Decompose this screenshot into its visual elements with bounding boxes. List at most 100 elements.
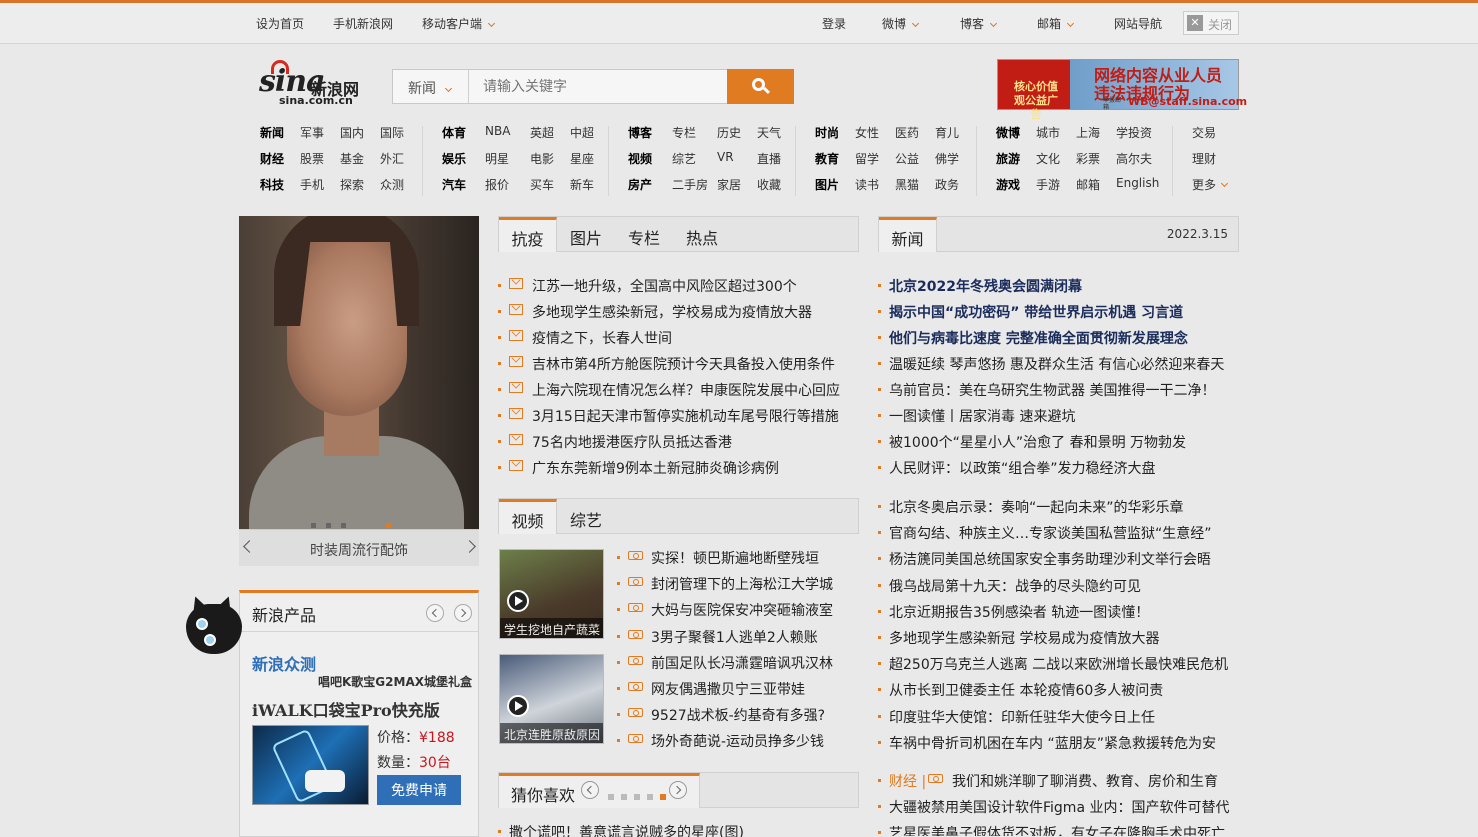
guess-dot[interactable] [634,794,640,800]
apply-button[interactable]: 免费申请 [377,775,461,805]
nav-link[interactable]: 公益 [895,150,919,167]
list-item[interactable]: 实探！顿巴斯遍地断壁残垣 [617,548,859,568]
list-item[interactable]: 他们与病毒比速度 完整准确全面贯彻新发展理念 [878,328,1239,348]
nav-link[interactable]: 手游 [1036,176,1060,193]
zhongce-link[interactable]: 新浪众测 [252,651,316,675]
list-item[interactable]: 网友偶遇撒贝宁三亚带娃 [617,679,859,699]
nav-link[interactable]: 城市 [1036,124,1060,141]
list-item[interactable]: 大妈与医院保安冲突砸输液室 [617,600,859,620]
nav-link[interactable]: 读书 [855,176,879,193]
nav-channel-2-2[interactable]: 房产 [628,176,652,193]
list-item[interactable]: 印度驻华大使馆：印新任驻华大使今日上任 [878,707,1239,727]
video-thumb[interactable]: 学生挖地自产蔬菜 [499,549,604,639]
nav-channel-3-2[interactable]: 图片 [815,176,839,193]
nav-link[interactable]: 直播 [757,150,781,167]
nav-link[interactable]: 文化 [1036,150,1060,167]
list-item[interactable]: 3男子聚餐1人逃单2人赖账 [617,627,859,647]
nav-link[interactable]: VR [717,150,734,164]
video-thumb[interactable]: 北京连胜原敌原因 [499,654,604,744]
guess-prev-button[interactable] [581,781,599,799]
slide-caption[interactable]: 时装周流行配饰 [239,540,479,560]
nav-link[interactable]: 外汇 [380,150,404,167]
list-item[interactable]: 杨洁篪同美国总统国家安全事务助理沙利文举行会晤 [878,549,1239,569]
list-item[interactable]: 9527战术板-约基奇有多强? [617,705,859,725]
list-item[interactable]: 疫情之下，长春人世间 [498,328,859,348]
list-item-finance[interactable]: 财经 | 我们和姚洋聊了聊消费、教育、房价和生育 [878,771,1239,791]
nav-channel-3-1[interactable]: 教育 [815,150,839,167]
slide-dot-active[interactable] [386,523,391,528]
nav-link[interactable]: 众测 [380,176,404,193]
blog-menu[interactable]: 博客 [960,15,998,32]
list-item[interactable]: 吉林市第4所方舱医院预计今天具备投入使用条件 [498,354,859,374]
nav-link[interactable]: 专栏 [672,124,696,141]
mail-menu[interactable]: 邮箱 [1037,15,1075,32]
public-service-ad[interactable]: 核心价值观公益广告 网络内容从业人员 违法违规行为 举报邮箱 WB@staff.… [997,59,1247,121]
list-item[interactable]: 温暖延续 琴声悠扬 惠及群众生活 有信心必然迎来春天 [878,354,1239,374]
search-category-select[interactable]: 新闻 [393,70,469,103]
zhongce-sub[interactable]: 唱吧K歌宝G2MAX城堡礼盒 [318,673,472,690]
nav-link[interactable]: 政务 [935,176,959,193]
weibo-menu[interactable]: 微博 [882,15,920,32]
nav-link[interactable]: 天气 [757,124,781,141]
nav-link[interactable]: 女性 [855,124,879,141]
nav-channel-4-2[interactable]: 游戏 [996,176,1020,193]
finance-tag[interactable]: 财经 | [889,771,926,791]
guess-dot-active[interactable] [660,794,666,800]
nav-link[interactable]: 报价 [485,176,509,193]
site-nav-link[interactable]: 网站导航 [1114,15,1162,32]
guess-dot[interactable] [621,794,627,800]
search-button[interactable] [727,69,794,104]
nav-link[interactable]: 探索 [340,176,364,193]
list-item[interactable]: 大疆被禁用美国设计软件Figma 业内：国产软件可替代 [878,797,1239,817]
nav-link[interactable]: 收藏 [757,176,781,193]
mobile-site-link[interactable]: 手机新浪网 [333,15,393,32]
list-item[interactable]: 北京2022年冬残奥会圆满闭幕 [878,276,1239,296]
nav-link[interactable]: 股票 [300,150,324,167]
nav-link[interactable]: 国内 [340,124,364,141]
nav-link[interactable]: 电影 [530,150,554,167]
list-item[interactable]: 车祸中骨折司机困在车内 “蓝朋友”紧急救援转危为安 [878,733,1239,753]
guess-dots[interactable] [608,788,673,804]
mobile-client-menu[interactable]: 移动客户端 [422,15,496,32]
nav-link[interactable]: English [1116,176,1159,190]
cat-mascot[interactable] [178,593,242,658]
guess-next-button[interactable] [669,781,687,799]
nav-link[interactable]: 中超 [570,124,594,141]
tab-tabs1-1[interactable]: 图片 [557,217,615,252]
nav-link[interactable]: NBA [485,124,510,138]
tab-news[interactable]: 新闻 [879,217,937,252]
guess-dot[interactable] [647,794,653,800]
list-item[interactable]: 上海六院现在情况怎么样？申康医院发展中心回应 [498,380,859,400]
tab-tabs1-0[interactable]: 抗疫 [499,217,557,252]
nav-link[interactable]: 留学 [855,150,879,167]
nav-link[interactable]: 买车 [530,176,554,193]
product-image[interactable] [252,725,369,805]
nav-link[interactable]: 星座 [570,150,594,167]
nav-link[interactable]: 交易 [1192,124,1216,141]
list-item[interactable]: 超250万乌克兰人逃离 二战以来欧洲增长最快难民危机 [878,654,1239,674]
nav-channel-4-1[interactable]: 旅游 [996,150,1020,167]
nav-link[interactable]: 手机 [300,176,324,193]
nav-link[interactable]: 上海 [1076,124,1100,141]
sina-logo[interactable]: sina 新浪网 sina.com.cn [259,60,371,108]
nav-link[interactable]: 新车 [570,176,594,193]
list-item[interactable]: 艺星医美鼻子假体货不对板，有女子在隆胸手术中死亡 [878,823,1239,836]
nav-link[interactable]: 佛学 [935,150,959,167]
nav-link[interactable]: 高尔夫 [1116,150,1152,167]
products-prev-button[interactable] [426,604,444,622]
nav-link[interactable]: 黑猫 [895,176,919,193]
list-item[interactable]: 乌前官员：美在乌研究生物武器 美国推得一干二净！ [878,380,1239,400]
nav-channel-2-1[interactable]: 视频 [628,150,652,167]
login-link[interactable]: 登录 [822,15,846,32]
nav-link[interactable]: 英超 [530,124,554,141]
slide-dot[interactable] [341,523,346,528]
list-item[interactable]: 官商勾结、种族主义…专家谈美国私营监狱“生意经” [878,523,1239,543]
nav-link[interactable]: 育儿 [935,124,959,141]
list-item[interactable]: 江苏一地升级，全国高中风险区超过300个 [498,276,859,296]
tab-tabs1-3[interactable]: 热点 [673,217,731,252]
nav-link[interactable]: 家居 [717,176,741,193]
list-item[interactable]: 人民财评：以政策“组合拳”发力稳经济大盘 [878,458,1239,478]
nav-link[interactable]: 邮箱 [1076,176,1100,193]
nav-channel-1-1[interactable]: 娱乐 [442,150,466,167]
list-item[interactable]: 场外奇葩说-运动员挣多少钱 [617,731,859,751]
